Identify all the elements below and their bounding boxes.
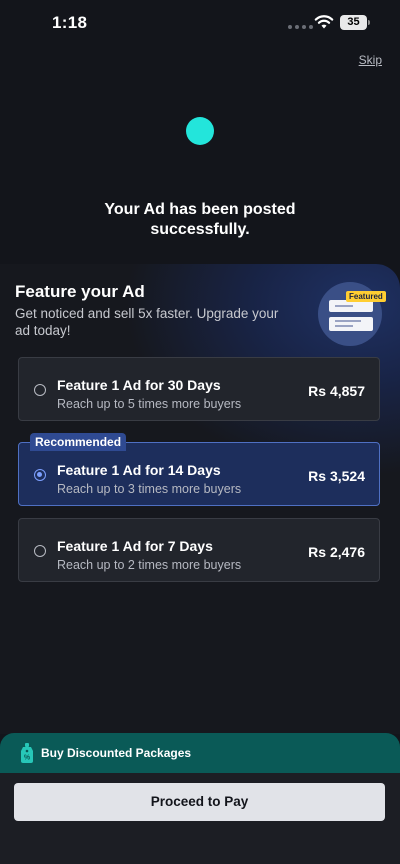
option-price: Rs 4,857 xyxy=(308,383,365,399)
proceed-to-pay-button[interactable]: Proceed to Pay xyxy=(14,783,385,821)
status-time: 1:18 xyxy=(52,13,88,32)
package-option-30-days[interactable]: Feature 1 Ad for 30 Days Reach up to 5 t… xyxy=(18,357,380,421)
radio-button-icon[interactable] xyxy=(34,384,46,396)
featured-badge: Featured xyxy=(346,291,386,302)
discounted-packages-label[interactable]: Buy Discounted Packages xyxy=(41,746,191,760)
radio-button-icon[interactable] xyxy=(34,545,46,557)
recommended-badge: Recommended xyxy=(30,433,127,451)
option-subtitle: Reach up to 5 times more buyers xyxy=(57,397,242,411)
package-option-14-days[interactable]: Feature 1 Ad for 14 Days Reach up to 3 t… xyxy=(18,442,380,506)
option-price: Rs 3,524 xyxy=(308,468,365,484)
svg-text:%: % xyxy=(24,755,31,762)
option-price: Rs 2,476 xyxy=(308,544,365,560)
option-subtitle: Reach up to 3 times more buyers xyxy=(57,482,242,496)
option-title: Feature 1 Ad for 7 Days xyxy=(57,538,213,554)
skip-link[interactable]: Skip xyxy=(359,53,382,67)
illustration-line xyxy=(335,305,353,307)
option-title: Feature 1 Ad for 14 Days xyxy=(57,462,221,478)
option-title: Feature 1 Ad for 30 Days xyxy=(57,377,221,393)
feature-subtitle: Get noticed and sell 5x faster. Upgrade … xyxy=(15,306,279,338)
success-indicator-icon xyxy=(186,117,214,145)
wifi-icon xyxy=(314,15,334,29)
status-bar: 1:18 35 xyxy=(0,0,400,46)
battery-icon: 35 xyxy=(340,15,367,30)
package-option-7-days[interactable]: Feature 1 Ad for 7 Days Reach up to 2 ti… xyxy=(18,518,380,582)
option-subtitle: Reach up to 2 times more buyers xyxy=(57,558,242,572)
radio-button-selected-icon[interactable] xyxy=(34,469,46,481)
signal-dots-icon xyxy=(288,25,313,29)
success-message: Your Ad has been posted successfully. xyxy=(0,200,400,240)
battery-cap xyxy=(368,20,370,25)
success-message-text: Your Ad has been posted successfully. xyxy=(104,201,296,238)
feature-title: Feature your Ad xyxy=(15,282,145,301)
price-tag-icon: % xyxy=(21,743,33,763)
illustration-line xyxy=(335,325,353,327)
illustration-line xyxy=(335,320,361,322)
